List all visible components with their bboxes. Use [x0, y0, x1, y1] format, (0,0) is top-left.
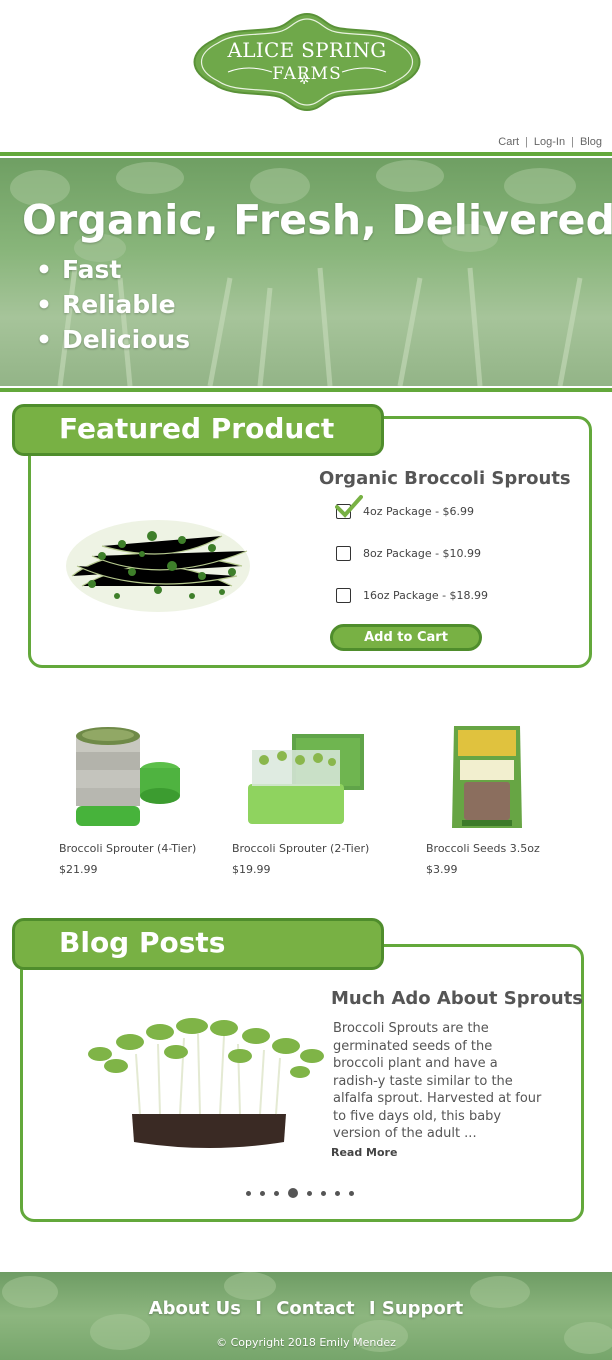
checkbox[interactable]: [336, 588, 351, 603]
checkbox[interactable]: [336, 546, 351, 561]
checkmark-icon: [335, 495, 363, 518]
carousel-dot[interactable]: [260, 1190, 265, 1196]
copyright-text: © Copyright 2018 Emily Mendez: [216, 1336, 396, 1349]
cart-link[interactable]: Cart: [498, 136, 519, 148]
option-label: 8oz Package - $10.99: [363, 547, 482, 560]
carousel-dot[interactable]: [307, 1190, 312, 1196]
top-nav: Cart | Log-In | Blog: [498, 136, 602, 148]
contact-link[interactable]: Contact: [276, 1298, 354, 1319]
broccoli-sprouts-image[interactable]: [62, 496, 254, 622]
product-name[interactable]: Broccoli Sprouter (2-Tier): [232, 842, 369, 855]
sprouter-2tier-image[interactable]: [244, 730, 368, 828]
logo-badge: ✲: [193, 12, 421, 112]
blog-posts-tab: Blog Posts: [12, 918, 384, 970]
logo[interactable]: ✲ ALICE SPRING FARMS: [186, 12, 428, 112]
carousel-dots: [246, 1188, 354, 1198]
hero-top-rule: [0, 152, 612, 156]
read-more-link[interactable]: Read More: [331, 1146, 397, 1159]
logo-title-line1: ALICE SPRING: [227, 38, 387, 62]
add-to-cart-button[interactable]: Add to Cart: [330, 624, 482, 651]
product-price: $19.99: [232, 863, 271, 876]
option-8oz[interactable]: 8oz Package - $10.99: [336, 546, 481, 561]
hero-bullet: Delicious: [36, 322, 190, 357]
featured-product-title: Organic Broccoli Sprouts: [319, 468, 571, 489]
blog-post-title[interactable]: Much Ado About Sprouts: [331, 988, 583, 1009]
carousel-dot-active[interactable]: [288, 1188, 298, 1198]
hero-banner: Organic, Fresh, Delivered Fast Reliable …: [0, 158, 612, 386]
product-name[interactable]: Broccoli Sprouter (4-Tier): [59, 842, 196, 855]
logo-title-line2: FARMS: [272, 64, 342, 84]
login-link[interactable]: Log-In: [534, 136, 565, 148]
hero-bullet: Fast: [36, 252, 190, 287]
carousel-dot[interactable]: [274, 1190, 279, 1196]
product-name[interactable]: Broccoli Seeds 3.5oz: [426, 842, 540, 855]
hero-bullets: Fast Reliable Delicious: [36, 252, 190, 357]
blog-post-excerpt: Broccoli Sprouts are the germinated seed…: [333, 1021, 542, 1141]
hero-bullet: Reliable: [36, 287, 190, 322]
hero-title: Organic, Fresh, Delivered: [22, 196, 612, 244]
checkbox-checked[interactable]: [335, 495, 363, 519]
footer: About Us I Contact I Support © Copyright…: [0, 1272, 612, 1360]
blog-link[interactable]: Blog: [580, 136, 602, 148]
about-us-link[interactable]: About Us: [149, 1298, 241, 1319]
option-label: 16oz Package - $18.99: [363, 589, 489, 602]
option-4oz[interactable]: 4oz Package - $6.99: [335, 495, 475, 519]
sprouter-4tier-image[interactable]: [70, 722, 182, 832]
carousel-dot[interactable]: [349, 1190, 354, 1196]
footer-nav: About Us I Contact I Support: [0, 1298, 612, 1319]
footer-separator: I: [255, 1298, 262, 1319]
support-link[interactable]: I Support: [369, 1298, 463, 1319]
option-label: 4oz Package - $6.99: [363, 505, 475, 518]
carousel-dot[interactable]: [246, 1190, 251, 1196]
carousel-dot[interactable]: [335, 1190, 340, 1196]
blog-sprouts-image[interactable]: [80, 1014, 328, 1152]
hero-bottom-rule: [0, 388, 612, 392]
broccoli-seeds-package-image[interactable]: [450, 724, 524, 832]
carousel-dot[interactable]: [321, 1190, 326, 1196]
nav-separator: |: [571, 136, 574, 148]
product-price: $21.99: [59, 863, 98, 876]
product-price: $3.99: [426, 863, 458, 876]
nav-separator: |: [525, 136, 528, 148]
featured-product-tab: Featured Product: [12, 404, 384, 456]
option-16oz[interactable]: 16oz Package - $18.99: [336, 588, 488, 603]
